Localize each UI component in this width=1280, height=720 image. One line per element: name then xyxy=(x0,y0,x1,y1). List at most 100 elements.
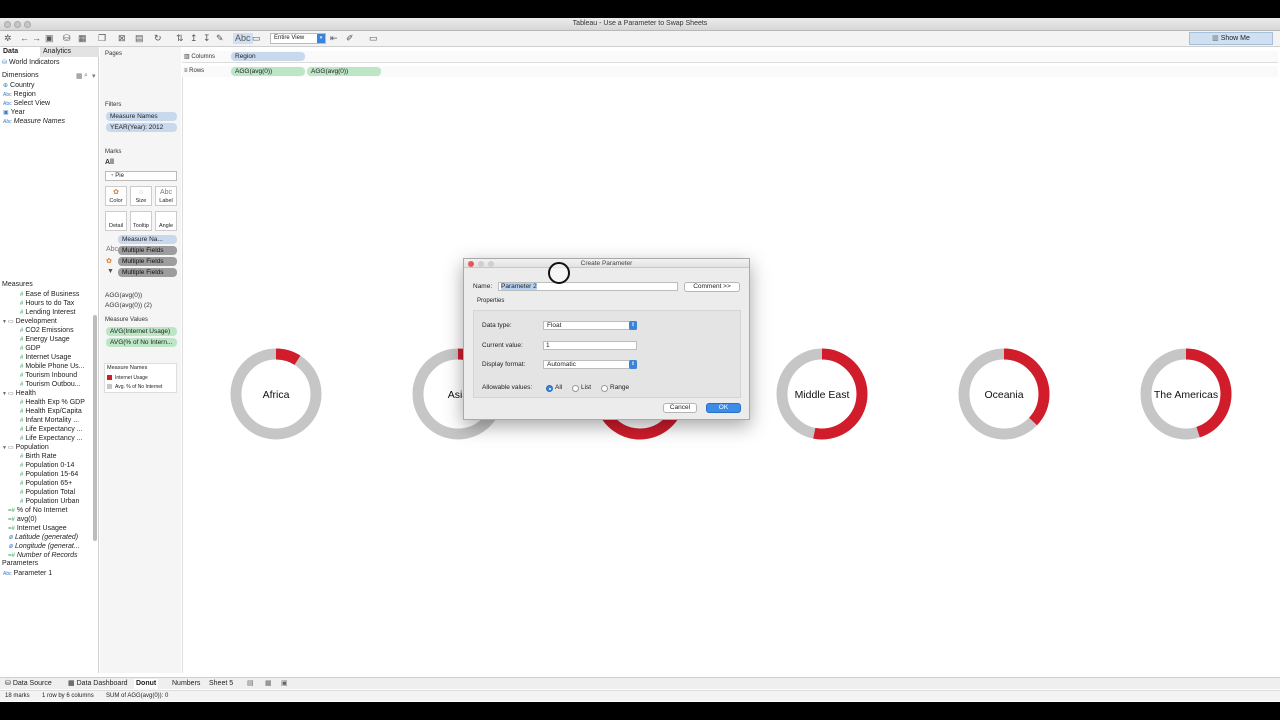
tab-data-dashboard[interactable]: ▦ Data Dashboard xyxy=(66,679,130,689)
measure-item[interactable]: # Infant Mortality ... xyxy=(20,417,79,424)
tooltip-icon[interactable]: ✐ xyxy=(346,33,354,44)
refresh-icon[interactable]: ↻ xyxy=(154,33,162,44)
angle-button[interactable]: Angle xyxy=(155,211,177,231)
mark-type-select[interactable]: ◔ Pie xyxy=(105,171,177,181)
measure-item[interactable]: ⊕ Latitude (generated) xyxy=(8,534,78,541)
measure-item[interactable]: # Health Exp/Capita xyxy=(20,408,82,415)
marks-pill-color[interactable]: Multiple Fields xyxy=(118,257,177,266)
presentation-mode-icon[interactable]: ▭ xyxy=(369,33,378,44)
measure-item[interactable]: # Population Total xyxy=(20,489,75,496)
folder-population[interactable]: ▼▭ Population xyxy=(2,444,49,451)
measure-item[interactable]: # GDP xyxy=(20,345,41,352)
data-pane-scrollbar[interactable] xyxy=(93,315,97,541)
swap-rows-columns-icon[interactable]: ⇅ xyxy=(176,33,184,44)
grid-view-icon[interactable]: ▦ xyxy=(76,72,83,80)
measure-item[interactable]: # Life Expectancy ... xyxy=(20,435,83,442)
marks-pill-tooltip[interactable]: Multiple Fields xyxy=(118,268,177,277)
measure-item[interactable]: # Population 65+ xyxy=(20,480,72,487)
legend-item-internet[interactable]: Internet Usage xyxy=(107,375,148,381)
rows-pill-1[interactable]: AGG(avg(0)) xyxy=(231,67,305,76)
columns-shelf[interactable]: ▥ Columns Region xyxy=(182,51,1278,63)
size-button[interactable]: ◌ Size xyxy=(130,186,152,206)
marks-all-label[interactable]: All xyxy=(105,159,114,166)
dialog-close-button[interactable] xyxy=(468,261,474,267)
new-worksheet-icon[interactable]: ▤ xyxy=(245,679,256,689)
label-button[interactable]: Abc Label xyxy=(155,186,177,206)
color-button[interactable]: ✿ Color xyxy=(105,186,127,206)
measure-item[interactable]: # Hours to do Tax xyxy=(20,300,74,307)
tab-analytics[interactable]: Analytics xyxy=(40,47,99,57)
measure-item[interactable]: # Tourism Outbou... xyxy=(20,381,81,388)
folder-health[interactable]: ▼▭ Health xyxy=(2,390,36,397)
marks-pill-label[interactable]: Multiple Fields xyxy=(118,246,177,255)
measure-item[interactable]: =#% of No Internet xyxy=(8,507,67,514)
field-measure-names[interactable]: Abc Measure Names xyxy=(3,118,65,125)
display-format-select[interactable]: Automatic ⇕ xyxy=(543,360,637,369)
measure-item[interactable]: # Population 0-14 xyxy=(20,462,74,469)
rows-pill-2[interactable]: AGG(avg(0)) xyxy=(307,67,381,76)
measure-item[interactable]: # Life Expectancy ... xyxy=(20,426,83,433)
data-type-select[interactable]: Float ⇕ xyxy=(543,321,637,330)
measure-item[interactable]: # Internet Usage xyxy=(20,354,71,361)
parameter-item[interactable]: Abc Parameter 1 xyxy=(3,570,52,577)
radio-list[interactable] xyxy=(572,385,579,392)
field-region[interactable]: Abc Region xyxy=(3,91,36,98)
donut-oceania[interactable]: Oceania xyxy=(958,348,1050,440)
measure-item[interactable]: # Mobile Phone Us... xyxy=(20,363,85,370)
datasource-item[interactable]: ⛁ World Indicators xyxy=(2,59,59,66)
name-input[interactable]: Parameter 2 xyxy=(498,282,678,291)
measure-item[interactable]: # Birth Rate xyxy=(20,453,56,460)
tableau-logo-icon[interactable]: ✲ xyxy=(4,33,12,44)
duplicate-sheet-icon[interactable]: ❐ xyxy=(98,33,106,44)
measure-item[interactable]: # Energy Usage xyxy=(20,336,70,343)
measure-values-pill-no-internet[interactable]: AVG(% of No Intern... xyxy=(106,338,177,347)
chevron-down-icon[interactable]: ▾ xyxy=(92,72,96,80)
measure-item[interactable]: =# Number of Records xyxy=(8,552,78,559)
measure-item[interactable]: ⊕ Longitude (generat... xyxy=(8,543,80,550)
tab-numbers[interactable]: Numbers xyxy=(170,679,202,689)
measure-item[interactable]: # Population 15-64 xyxy=(20,471,78,478)
new-story-icon[interactable]: ▣ xyxy=(279,679,290,689)
show-cards-icon[interactable]: ⇤ xyxy=(330,33,338,44)
new-worksheet-icon[interactable]: ▦ xyxy=(78,33,87,44)
search-icon[interactable]: ⌕ xyxy=(84,72,88,80)
new-datasource-icon[interactable]: ⛁ xyxy=(63,33,71,44)
tab-data[interactable]: Data xyxy=(0,47,40,57)
detail-button[interactable]: Detail xyxy=(105,211,127,231)
measure-item[interactable]: # Lending Interest xyxy=(20,309,76,316)
tab-data-source[interactable]: ⛁ Data Source xyxy=(3,679,54,689)
show-me-button[interactable]: ▥ Show Me xyxy=(1189,32,1273,45)
tooltip-button[interactable]: Tooltip xyxy=(130,211,152,231)
view-size-dropdown[interactable]: Entire View ▾ xyxy=(270,33,326,44)
measure-item[interactable]: # Population Urban xyxy=(20,498,79,505)
agg-row-2[interactable]: AGG(avg(0)) (2) xyxy=(105,302,152,309)
measure-item[interactable]: # Health Exp % GDP xyxy=(20,399,85,406)
legend-item-no-internet[interactable]: Avg. % of No Internet xyxy=(107,384,162,390)
measure-item[interactable]: # Tourism Inbound xyxy=(20,372,77,379)
tab-sheet-5[interactable]: Sheet 5 xyxy=(207,679,235,689)
tab-donut[interactable]: Donut xyxy=(134,679,159,689)
cancel-button[interactable]: Cancel xyxy=(663,403,697,413)
comment-button[interactable]: Comment >> xyxy=(684,282,740,292)
radio-range[interactable] xyxy=(601,385,608,392)
field-select-view[interactable]: Abc Select View xyxy=(3,100,50,107)
pause-updates-icon[interactable]: ▤ xyxy=(135,33,144,44)
measure-item[interactable]: # CO2 Emissions xyxy=(20,327,74,334)
radio-all[interactable] xyxy=(546,385,553,392)
donut-middle-east[interactable]: Middle East xyxy=(776,348,868,440)
field-country[interactable]: ⊕ Country xyxy=(3,82,35,89)
sort-descending-icon[interactable]: ↧ xyxy=(203,33,211,44)
clear-sheet-icon[interactable]: ⊠ xyxy=(118,33,126,44)
columns-pill-region[interactable]: Region xyxy=(231,52,305,61)
folder-development[interactable]: ▼▭ Development xyxy=(2,318,57,325)
measure-item[interactable]: # Ease of Business xyxy=(20,291,79,298)
agg-row-1[interactable]: AGG(avg(0)) xyxy=(105,292,142,299)
highlight-icon[interactable]: ✎ xyxy=(216,33,224,44)
ok-button[interactable]: OK xyxy=(706,403,741,413)
filter-pill-year[interactable]: YEAR(Year): 2012 xyxy=(106,123,177,132)
donut-africa[interactable]: Africa xyxy=(230,348,322,440)
show-labels-icon[interactable]: Abc xyxy=(233,33,253,44)
redo-icon[interactable]: → xyxy=(32,33,41,44)
donut-the-americas[interactable]: The Americas xyxy=(1140,348,1232,440)
save-icon[interactable]: ▣ xyxy=(45,33,54,44)
